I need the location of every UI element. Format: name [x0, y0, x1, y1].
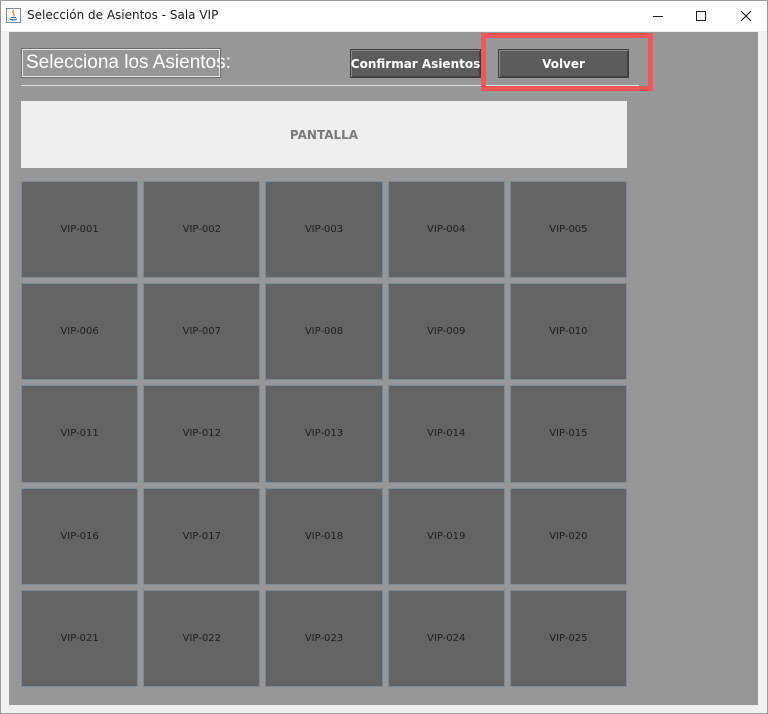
title-bar: Selección de Asientos - Sala VIP [1, 1, 767, 31]
back-button[interactable]: Volver [498, 49, 629, 78]
cinema-screen: PANTALLA [21, 101, 627, 168]
seat-button[interactable]: VIP-005 [509, 181, 627, 279]
seat-grid: VIP-001 VIP-002 VIP-003 VIP-004 VIP-005 VIP-0… [21, 181, 627, 687]
seat-button[interactable]: VIP-006 [21, 283, 139, 381]
close-button[interactable] [723, 1, 768, 31]
seat-button[interactable]: VIP-016 [21, 487, 139, 585]
seat-button[interactable]: VIP-007 [143, 283, 261, 381]
seat-button[interactable]: VIP-011 [21, 385, 139, 483]
seat-button[interactable]: VIP-009 [387, 283, 505, 381]
seat-button[interactable]: VIP-004 [387, 181, 505, 279]
page-title: Selecciona los Asientos: [21, 48, 231, 78]
minimize-icon [652, 7, 664, 26]
seat-button[interactable]: VIP-015 [509, 385, 627, 483]
seat-button[interactable]: VIP-022 [143, 589, 261, 687]
seat-button[interactable]: VIP-013 [265, 385, 383, 483]
seat-button[interactable]: VIP-020 [509, 487, 627, 585]
java-app-icon [6, 8, 21, 23]
seat-button[interactable]: VIP-018 [265, 487, 383, 585]
seat-selection-panel: Selecciona los Asientos: Confirmar Asien… [9, 32, 758, 705]
app-window: Selección de Asientos - Sala VIP Selecci… [0, 0, 768, 714]
seat-button[interactable]: VIP-023 [265, 589, 383, 687]
confirm-seats-button[interactable]: Confirmar Asientos [350, 49, 481, 78]
seat-button[interactable]: VIP-002 [143, 181, 261, 279]
seat-button[interactable]: VIP-019 [387, 487, 505, 585]
seat-button[interactable]: VIP-003 [265, 181, 383, 279]
seat-button[interactable]: VIP-025 [509, 589, 627, 687]
seat-button[interactable]: VIP-014 [387, 385, 505, 483]
seat-button[interactable]: VIP-017 [143, 487, 261, 585]
seat-button[interactable]: VIP-012 [143, 385, 261, 483]
maximize-button[interactable] [678, 1, 724, 31]
seat-button[interactable]: VIP-001 [21, 181, 139, 279]
close-icon [740, 7, 752, 26]
seat-button[interactable]: VIP-021 [21, 589, 139, 687]
minimize-button[interactable] [635, 1, 681, 31]
seat-button[interactable]: VIP-024 [387, 589, 505, 687]
window-title: Selección de Asientos - Sala VIP [27, 8, 219, 22]
maximize-icon [695, 7, 707, 26]
seat-button[interactable]: VIP-010 [509, 283, 627, 381]
seat-button[interactable]: VIP-008 [265, 283, 383, 381]
